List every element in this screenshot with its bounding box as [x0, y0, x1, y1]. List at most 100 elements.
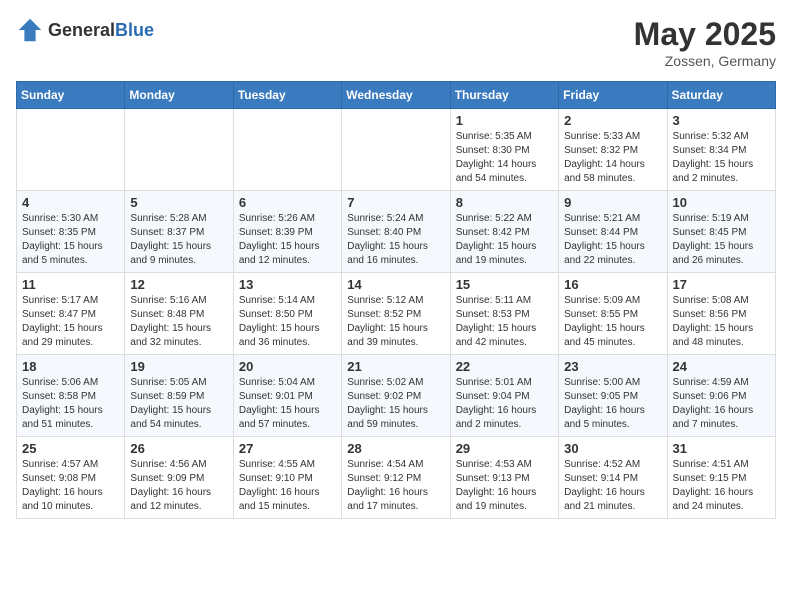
day-info: Sunrise: 5:17 AM Sunset: 8:47 PM Dayligh…	[22, 294, 119, 350]
column-header-tuesday: Tuesday	[233, 82, 341, 109]
day-info: Sunrise: 5:16 AM Sunset: 8:48 PM Dayligh…	[130, 294, 227, 350]
calendar-header-row: SundayMondayTuesdayWednesdayThursdayFrid…	[17, 82, 776, 109]
calendar-cell: 12 Sunrise: 5:16 AM Sunset: 8:48 PM Dayli…	[125, 273, 233, 355]
day-number: 25	[22, 441, 119, 456]
day-info: Sunrise: 5:12 AM Sunset: 8:52 PM Dayligh…	[347, 294, 444, 350]
calendar-cell: 18 Sunrise: 5:06 AM Sunset: 8:58 PM Dayli…	[17, 355, 125, 437]
day-number: 12	[130, 277, 227, 292]
calendar-cell: 30Sunrise: 4:52 AM Sunset: 9:14 PM Dayli…	[559, 437, 667, 519]
logo-icon	[16, 16, 44, 44]
calendar-cell: 6 Sunrise: 5:26 AM Sunset: 8:39 PM Daylig…	[233, 191, 341, 273]
location-title: Zossen, Germany	[634, 53, 776, 69]
day-number: 20	[239, 359, 336, 374]
day-number: 31	[673, 441, 770, 456]
calendar-cell: 7Sunrise: 5:24 AM Sunset: 8:40 PM Daylig…	[342, 191, 450, 273]
day-number: 23	[564, 359, 661, 374]
calendar-cell: 2Sunrise: 5:33 AM Sunset: 8:32 PM Daylig…	[559, 109, 667, 191]
calendar-cell: 5Sunrise: 5:28 AM Sunset: 8:37 PM Daylig…	[125, 191, 233, 273]
calendar-cell: 11 Sunrise: 5:17 AM Sunset: 8:47 PM Dayli…	[17, 273, 125, 355]
calendar-cell: 9Sunrise: 5:21 AM Sunset: 8:44 PM Daylig…	[559, 191, 667, 273]
day-info: Sunrise: 4:57 AM Sunset: 9:08 PM Dayligh…	[22, 458, 119, 514]
day-number: 27	[239, 441, 336, 456]
day-number: 26	[130, 441, 227, 456]
calendar-cell: 15 Sunrise: 5:11 AM Sunset: 8:53 PM Dayli…	[450, 273, 558, 355]
day-number: 2	[564, 113, 661, 128]
calendar-cell: 21 Sunrise: 5:02 AM Sunset: 9:02 PM Dayli…	[342, 355, 450, 437]
calendar-cell	[125, 109, 233, 191]
day-info: Sunrise: 5:14 AM Sunset: 8:50 PM Dayligh…	[239, 294, 336, 350]
day-number: 10	[673, 195, 770, 210]
column-header-thursday: Thursday	[450, 82, 558, 109]
calendar-week-row: 1Sunrise: 5:35 AM Sunset: 8:30 PM Daylig…	[17, 109, 776, 191]
month-title: May 2025	[634, 16, 776, 53]
day-info: Sunrise: 5:02 AM Sunset: 9:02 PM Dayligh…	[347, 376, 444, 432]
day-info: Sunrise: 5:11 AM Sunset: 8:53 PM Dayligh…	[456, 294, 553, 350]
logo: GeneralBlue	[16, 16, 154, 44]
day-info: Sunrise: 4:52 AM Sunset: 9:14 PM Dayligh…	[564, 458, 661, 514]
calendar-cell: 13 Sunrise: 5:14 AM Sunset: 8:50 PM Dayli…	[233, 273, 341, 355]
calendar-cell: 8Sunrise: 5:22 AM Sunset: 8:42 PM Daylig…	[450, 191, 558, 273]
day-number: 19	[130, 359, 227, 374]
day-number: 22	[456, 359, 553, 374]
day-info: Sunrise: 5:05 AM Sunset: 8:59 PM Dayligh…	[130, 376, 227, 432]
calendar-cell: 16Sunrise: 5:09 AM Sunset: 8:55 PM Dayli…	[559, 273, 667, 355]
calendar-cell: 23 Sunrise: 5:00 AM Sunset: 9:05 PM Dayli…	[559, 355, 667, 437]
day-number: 17	[673, 277, 770, 292]
title-block: May 2025 Zossen, Germany	[634, 16, 776, 69]
day-info: Sunrise: 4:56 AM Sunset: 9:09 PM Dayligh…	[130, 458, 227, 514]
day-number: 1	[456, 113, 553, 128]
column-header-monday: Monday	[125, 82, 233, 109]
day-info: Sunrise: 5:26 AM Sunset: 8:39 PM Dayligh…	[239, 212, 336, 268]
column-header-wednesday: Wednesday	[342, 82, 450, 109]
calendar-cell	[233, 109, 341, 191]
calendar-cell: 3 Sunrise: 5:32 AM Sunset: 8:34 PM Daylig…	[667, 109, 775, 191]
calendar-cell: 27Sunrise: 4:55 AM Sunset: 9:10 PM Dayli…	[233, 437, 341, 519]
calendar-week-row: 18 Sunrise: 5:06 AM Sunset: 8:58 PM Dayli…	[17, 355, 776, 437]
calendar-cell	[342, 109, 450, 191]
day-number: 21	[347, 359, 444, 374]
calendar-cell: 26 Sunrise: 4:56 AM Sunset: 9:09 PM Dayli…	[125, 437, 233, 519]
calendar-cell: 24Sunrise: 4:59 AM Sunset: 9:06 PM Dayli…	[667, 355, 775, 437]
calendar-cell: 17 Sunrise: 5:08 AM Sunset: 8:56 PM Dayli…	[667, 273, 775, 355]
calendar-week-row: 11 Sunrise: 5:17 AM Sunset: 8:47 PM Dayli…	[17, 273, 776, 355]
logo-general-text: General	[48, 20, 115, 40]
day-number: 11	[22, 277, 119, 292]
calendar-week-row: 25 Sunrise: 4:57 AM Sunset: 9:08 PM Dayli…	[17, 437, 776, 519]
page-header: GeneralBlue May 2025 Zossen, Germany	[16, 16, 776, 69]
calendar-week-row: 4Sunrise: 5:30 AM Sunset: 8:35 PM Daylig…	[17, 191, 776, 273]
day-info: Sunrise: 5:01 AM Sunset: 9:04 PM Dayligh…	[456, 376, 553, 432]
day-info: Sunrise: 4:53 AM Sunset: 9:13 PM Dayligh…	[456, 458, 553, 514]
calendar-cell: 20 Sunrise: 5:04 AM Sunset: 9:01 PM Dayli…	[233, 355, 341, 437]
day-number: 3	[673, 113, 770, 128]
day-number: 13	[239, 277, 336, 292]
calendar-table: SundayMondayTuesdayWednesdayThursdayFrid…	[16, 81, 776, 519]
day-number: 15	[456, 277, 553, 292]
column-header-friday: Friday	[559, 82, 667, 109]
day-info: Sunrise: 5:06 AM Sunset: 8:58 PM Dayligh…	[22, 376, 119, 432]
day-number: 8	[456, 195, 553, 210]
day-number: 14	[347, 277, 444, 292]
calendar-cell: 4Sunrise: 5:30 AM Sunset: 8:35 PM Daylig…	[17, 191, 125, 273]
day-info: Sunrise: 5:08 AM Sunset: 8:56 PM Dayligh…	[673, 294, 770, 350]
day-info: Sunrise: 4:54 AM Sunset: 9:12 PM Dayligh…	[347, 458, 444, 514]
calendar-cell: 25 Sunrise: 4:57 AM Sunset: 9:08 PM Dayli…	[17, 437, 125, 519]
day-number: 24	[673, 359, 770, 374]
calendar-cell: 1Sunrise: 5:35 AM Sunset: 8:30 PM Daylig…	[450, 109, 558, 191]
day-number: 5	[130, 195, 227, 210]
column-header-saturday: Saturday	[667, 82, 775, 109]
day-number: 7	[347, 195, 444, 210]
calendar-cell: 22 Sunrise: 5:01 AM Sunset: 9:04 PM Dayli…	[450, 355, 558, 437]
calendar-cell: 28 Sunrise: 4:54 AM Sunset: 9:12 PM Dayli…	[342, 437, 450, 519]
calendar-cell: 14 Sunrise: 5:12 AM Sunset: 8:52 PM Dayli…	[342, 273, 450, 355]
day-number: 4	[22, 195, 119, 210]
day-number: 18	[22, 359, 119, 374]
column-header-sunday: Sunday	[17, 82, 125, 109]
day-info: Sunrise: 4:51 AM Sunset: 9:15 PM Dayligh…	[673, 458, 770, 514]
day-number: 28	[347, 441, 444, 456]
calendar-cell: 29Sunrise: 4:53 AM Sunset: 9:13 PM Dayli…	[450, 437, 558, 519]
day-info: Sunrise: 5:04 AM Sunset: 9:01 PM Dayligh…	[239, 376, 336, 432]
day-number: 6	[239, 195, 336, 210]
day-info: Sunrise: 5:00 AM Sunset: 9:05 PM Dayligh…	[564, 376, 661, 432]
day-info: Sunrise: 5:09 AM Sunset: 8:55 PM Dayligh…	[564, 294, 661, 350]
day-info: Sunrise: 5:32 AM Sunset: 8:34 PM Dayligh…	[673, 130, 770, 186]
